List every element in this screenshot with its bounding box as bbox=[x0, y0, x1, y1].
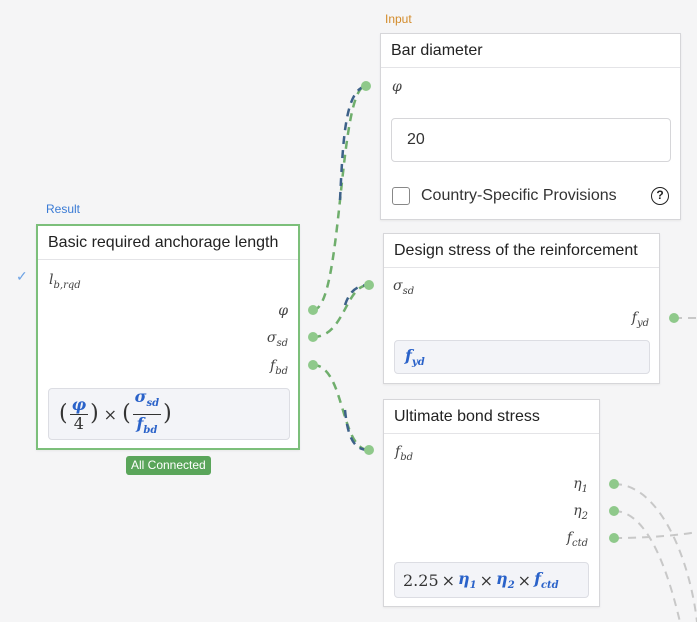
port-phi-in[interactable] bbox=[308, 305, 318, 315]
input-phi-label: φ bbox=[278, 303, 288, 319]
wire-phi bbox=[312, 84, 367, 312]
status-badge: All Connected bbox=[126, 456, 211, 475]
bar-diameter-input[interactable]: 20 bbox=[391, 118, 671, 162]
bond-stress-node[interactable]: Ultimate bond stress fbd η1 η2 fctd 2.25… bbox=[383, 399, 600, 607]
port-phi-out[interactable] bbox=[361, 81, 371, 91]
input-fyd-label: fyd bbox=[631, 310, 649, 329]
result-node[interactable]: Basic required anchorage length lb,rqd φ… bbox=[36, 224, 300, 450]
input-sigma-label: σsd bbox=[266, 330, 288, 349]
design-stress-node[interactable]: Design stress of the reinforcement σsd f… bbox=[383, 233, 660, 384]
input-eta1-label: η1 bbox=[573, 476, 588, 495]
port-sigma-out[interactable] bbox=[364, 280, 374, 290]
wire-fbd-blue bbox=[343, 409, 370, 452]
node-title: Design stress of the reinforcement bbox=[384, 234, 659, 268]
formula-box: 2.25 × η1 × η2 × fctd bbox=[394, 562, 589, 598]
port-eta1-in[interactable] bbox=[609, 479, 619, 489]
output-symbol: lb,rqd bbox=[49, 272, 81, 291]
formula-box: fyd bbox=[394, 340, 650, 374]
result-tag: Result bbox=[46, 202, 81, 216]
checkbox-label[interactable]: Country-Specific Provisions bbox=[421, 187, 617, 205]
wire-eta1 bbox=[613, 483, 697, 622]
wire-sigma bbox=[312, 283, 370, 339]
wire-fctd bbox=[613, 531, 697, 539]
node-title: Bar diameter bbox=[381, 34, 680, 68]
check-icon: ✓ bbox=[16, 268, 28, 284]
output-symbol: φ bbox=[392, 79, 402, 95]
node-title: Basic required anchorage length bbox=[38, 226, 298, 260]
help-icon[interactable]: ? bbox=[651, 187, 669, 205]
wire-fbd bbox=[312, 363, 370, 452]
port-fctd-in[interactable] bbox=[609, 533, 619, 543]
node-title: Ultimate bond stress bbox=[384, 400, 599, 434]
port-fbd-in[interactable] bbox=[308, 360, 318, 370]
input-fbd-label: fbd bbox=[270, 358, 288, 377]
wire-eta2 bbox=[613, 510, 681, 622]
port-fbd-out[interactable] bbox=[364, 445, 374, 455]
wire-phi-blue bbox=[338, 84, 367, 201]
port-eta2-in[interactable] bbox=[609, 506, 619, 516]
input-eta2-label: η2 bbox=[573, 503, 588, 522]
port-sigma-in[interactable] bbox=[308, 332, 318, 342]
output-symbol: fbd bbox=[395, 444, 413, 463]
input-fctd-label: fctd bbox=[566, 530, 588, 549]
country-provisions-checkbox[interactable] bbox=[392, 187, 410, 205]
bar-diameter-node[interactable]: Bar diameter φ 20 Country-Specific Provi… bbox=[380, 33, 681, 220]
output-symbol: σsd bbox=[393, 278, 415, 297]
input-tag: Input bbox=[385, 12, 412, 26]
formula-box: ( φ4 ) × ( σsd fbd ) bbox=[48, 388, 290, 440]
port-fyd-in[interactable] bbox=[669, 313, 679, 323]
